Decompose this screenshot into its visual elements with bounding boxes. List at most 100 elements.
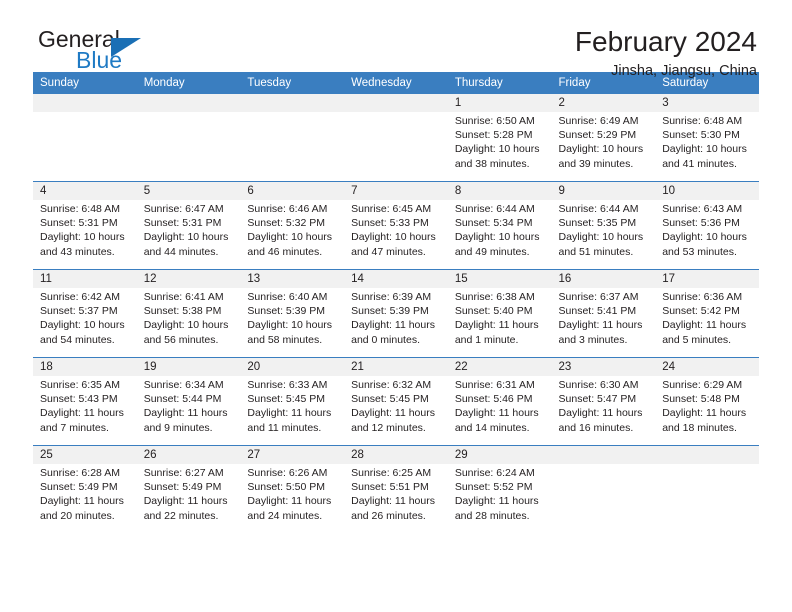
daylight-text: Daylight: 11 hours xyxy=(143,495,228,508)
daylight-text: Daylight: 11 hours xyxy=(247,407,332,420)
day-cell[interactable]: Sunrise: 6:40 AM Sunset: 5:39 PM Daylight:… xyxy=(240,288,345,357)
day-number[interactable]: 7 xyxy=(344,182,448,200)
day-number[interactable]: 9 xyxy=(551,182,656,200)
day-number[interactable]: 11 xyxy=(33,270,137,288)
day-number[interactable]: 20 xyxy=(240,358,345,376)
day-number[interactable]: 10 xyxy=(655,182,759,200)
sunrise-text: Sunrise: 6:28 AM xyxy=(40,467,120,479)
daylight-text: Daylight: 10 hours xyxy=(40,231,125,244)
day-cell[interactable]: Sunrise: 6:44 AM Sunset: 5:35 PM Daylight:… xyxy=(551,200,656,269)
sunset-text: Sunset: 5:49 PM xyxy=(143,481,222,494)
day-number[interactable]: 17 xyxy=(655,270,759,288)
sunrise-text: Sunrise: 6:26 AM xyxy=(247,467,328,479)
day-cell[interactable]: Sunrise: 6:45 AM Sunset: 5:33 PM Daylight:… xyxy=(344,200,448,269)
day-number[interactable]: 23 xyxy=(551,358,656,376)
day-number[interactable]: 3 xyxy=(655,94,759,112)
daylight-text: Daylight: 10 hours xyxy=(40,319,125,332)
day-detail-row: Sunrise: 6:50 AM Sunset: 5:28 PM Daylight:… xyxy=(33,112,759,181)
sunrise-text: Sunrise: 6:48 AM xyxy=(40,203,120,215)
day-number[interactable]: 14 xyxy=(344,270,448,288)
day-number[interactable]: 18 xyxy=(33,358,137,376)
empty-day-cell xyxy=(240,112,345,181)
day-cell[interactable]: Sunrise: 6:32 AM Sunset: 5:45 PM Daylight:… xyxy=(344,376,448,445)
day-cell[interactable]: Sunrise: 6:39 AM Sunset: 5:39 PM Daylight:… xyxy=(344,288,448,357)
day-number[interactable]: 16 xyxy=(551,270,656,288)
day-number[interactable]: 29 xyxy=(447,446,552,464)
day-cell[interactable]: Sunrise: 6:26 AM Sunset: 5:50 PM Daylight:… xyxy=(240,464,345,533)
day-cell[interactable]: Sunrise: 6:49 AM Sunset: 5:29 PM Daylight:… xyxy=(551,112,656,181)
day-number[interactable]: 21 xyxy=(344,358,448,376)
day-number[interactable]: 22 xyxy=(447,358,552,376)
day-cell[interactable]: Sunrise: 6:34 AM Sunset: 5:44 PM Daylight:… xyxy=(136,376,241,445)
sunset-text: Sunset: 5:45 PM xyxy=(247,393,326,406)
day-number[interactable]: 15 xyxy=(447,270,552,288)
day-cell[interactable]: Sunrise: 6:25 AM Sunset: 5:51 PM Daylight:… xyxy=(344,464,448,533)
day-cell[interactable]: Sunrise: 6:29 AM Sunset: 5:48 PM Daylight:… xyxy=(655,376,759,445)
empty-day-number xyxy=(33,94,137,112)
day-number[interactable]: 1 xyxy=(447,94,552,112)
sunset-text: Sunset: 5:44 PM xyxy=(143,393,222,406)
day-cell[interactable]: Sunrise: 6:28 AM Sunset: 5:49 PM Daylight:… xyxy=(33,464,137,533)
sunset-text: Sunset: 5:49 PM xyxy=(40,481,118,494)
daylight-text: Daylight: 10 hours xyxy=(454,231,540,244)
daylight-text: and 14 minutes. xyxy=(454,421,530,434)
sunrise-text: Sunrise: 6:43 AM xyxy=(662,203,743,215)
sunset-text: Sunset: 5:42 PM xyxy=(662,305,740,318)
daylight-text: and 46 minutes. xyxy=(247,245,323,258)
day-number[interactable]: 5 xyxy=(136,182,241,200)
day-cell[interactable]: Sunrise: 6:35 AM Sunset: 5:43 PM Daylight:… xyxy=(33,376,137,445)
day-cell[interactable]: Sunrise: 6:24 AM Sunset: 5:52 PM Daylight:… xyxy=(447,464,552,533)
day-number[interactable]: 27 xyxy=(240,446,345,464)
daylight-text: and 39 minutes. xyxy=(558,157,634,170)
sunset-text: Sunset: 5:41 PM xyxy=(558,305,637,318)
daylight-text: Daylight: 11 hours xyxy=(454,407,539,420)
day-number[interactable]: 19 xyxy=(136,358,241,376)
sunset-text: Sunset: 5:45 PM xyxy=(351,393,429,406)
general-blue-logo[interactable]: General Blue xyxy=(33,26,233,82)
sunset-text: Sunset: 5:37 PM xyxy=(40,305,118,318)
day-cell[interactable]: Sunrise: 6:48 AM Sunset: 5:31 PM Daylight:… xyxy=(33,200,137,269)
daylight-text: and 26 minutes. xyxy=(351,509,426,522)
daylight-text: and 3 minutes. xyxy=(558,333,628,346)
sunset-text: Sunset: 5:36 PM xyxy=(662,217,740,230)
day-number[interactable]: 24 xyxy=(655,358,759,376)
daylight-text: Daylight: 10 hours xyxy=(558,143,644,156)
day-cell[interactable]: Sunrise: 6:38 AM Sunset: 5:40 PM Daylight:… xyxy=(447,288,552,357)
day-number[interactable]: 12 xyxy=(136,270,241,288)
day-number[interactable]: 2 xyxy=(551,94,656,112)
sunrise-text: Sunrise: 6:46 AM xyxy=(247,203,328,215)
day-number[interactable]: 28 xyxy=(344,446,448,464)
day-cell[interactable]: Sunrise: 6:47 AM Sunset: 5:31 PM Daylight:… xyxy=(136,200,241,269)
day-number[interactable]: 4 xyxy=(33,182,137,200)
day-cell[interactable]: Sunrise: 6:37 AM Sunset: 5:41 PM Daylight:… xyxy=(551,288,656,357)
day-cell[interactable]: Sunrise: 6:36 AM Sunset: 5:42 PM Daylight:… xyxy=(655,288,759,357)
daylight-text: and 22 minutes. xyxy=(143,509,219,522)
day-number[interactable]: 25 xyxy=(33,446,137,464)
sunset-text: Sunset: 5:31 PM xyxy=(40,217,118,230)
day-number[interactable]: 6 xyxy=(240,182,345,200)
triangle-icon xyxy=(111,38,141,57)
day-cell[interactable]: Sunrise: 6:43 AM Sunset: 5:36 PM Daylight:… xyxy=(655,200,759,269)
day-number[interactable]: 26 xyxy=(136,446,241,464)
day-cell[interactable]: Sunrise: 6:46 AM Sunset: 5:32 PM Daylight:… xyxy=(240,200,345,269)
day-cell[interactable]: Sunrise: 6:44 AM Sunset: 5:34 PM Daylight:… xyxy=(447,200,552,269)
daylight-text: and 28 minutes. xyxy=(454,509,530,522)
day-cell[interactable]: Sunrise: 6:50 AM Sunset: 5:28 PM Daylight:… xyxy=(447,112,552,181)
daylight-text: and 7 minutes. xyxy=(40,421,109,434)
sunset-text: Sunset: 5:48 PM xyxy=(662,393,740,406)
day-cell[interactable]: Sunrise: 6:48 AM Sunset: 5:30 PM Daylight:… xyxy=(655,112,759,181)
daylight-text: Daylight: 10 hours xyxy=(351,231,436,244)
daylight-text: Daylight: 11 hours xyxy=(40,495,124,508)
sunset-text: Sunset: 5:32 PM xyxy=(247,217,326,230)
day-cell[interactable]: Sunrise: 6:33 AM Sunset: 5:45 PM Daylight:… xyxy=(240,376,345,445)
day-number[interactable]: 13 xyxy=(240,270,345,288)
day-number[interactable]: 8 xyxy=(447,182,552,200)
sunrise-text: Sunrise: 6:31 AM xyxy=(454,379,535,391)
day-cell[interactable]: Sunrise: 6:27 AM Sunset: 5:49 PM Daylight:… xyxy=(136,464,241,533)
day-cell[interactable]: Sunrise: 6:42 AM Sunset: 5:37 PM Daylight:… xyxy=(33,288,137,357)
day-number-row: 11 12 13 14 15 16 17 xyxy=(33,270,759,288)
day-cell[interactable]: Sunrise: 6:31 AM Sunset: 5:46 PM Daylight:… xyxy=(447,376,552,445)
day-cell[interactable]: Sunrise: 6:41 AM Sunset: 5:38 PM Daylight:… xyxy=(136,288,241,357)
day-cell[interactable]: Sunrise: 6:30 AM Sunset: 5:47 PM Daylight:… xyxy=(551,376,656,445)
day-detail-row: Sunrise: 6:35 AM Sunset: 5:43 PM Daylight:… xyxy=(33,376,759,445)
